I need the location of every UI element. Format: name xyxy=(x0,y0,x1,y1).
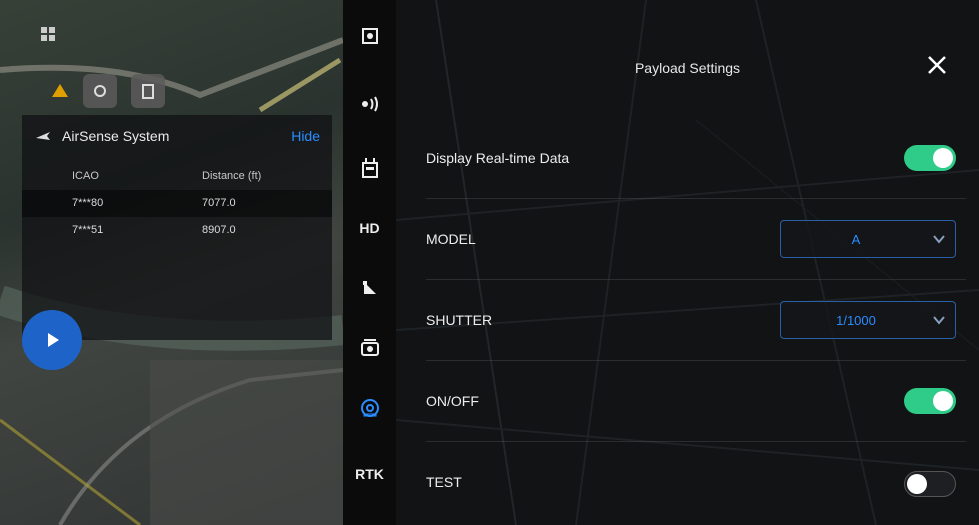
battery-icon[interactable] xyxy=(131,74,165,108)
distance-cell: 7077.0 xyxy=(202,197,236,209)
test-toggle[interactable] xyxy=(904,471,956,497)
setting-label: SHUTTER xyxy=(426,311,493,328)
shutter-select-value: 1/1000 xyxy=(836,313,876,328)
setting-label: Display Real-time Data xyxy=(426,149,570,166)
column-header-icao: ICAO xyxy=(72,170,99,182)
setting-row-display-realtime: Display Real-time Data xyxy=(426,117,966,199)
model-select[interactable]: A xyxy=(780,220,956,258)
setting-label: ON/OFF xyxy=(426,392,479,409)
gimbal-icon[interactable] xyxy=(343,270,396,306)
rtk-tab[interactable]: RTK xyxy=(343,456,396,492)
setting-row-onoff: ON/OFF xyxy=(426,360,966,442)
airplane-icon xyxy=(36,132,50,140)
onoff-toggle[interactable] xyxy=(904,388,956,414)
display-realtime-toggle[interactable] xyxy=(904,145,956,171)
setting-row-test: TEST xyxy=(426,441,966,522)
airsense-title: AirSense System xyxy=(62,128,170,144)
airsense-table: ICAO Distance (ft) 7***80 7077.0 7***51 … xyxy=(22,163,332,244)
settings-icon[interactable] xyxy=(83,74,117,108)
payload-settings-panel: Payload Settings Display Real-time Data … xyxy=(396,0,979,525)
table-header-row: ICAO Distance (ft) xyxy=(22,163,332,190)
warning-icon xyxy=(52,84,68,97)
distance-cell: 8907.0 xyxy=(202,224,236,236)
setting-label: MODEL xyxy=(426,230,476,247)
camera-icon[interactable] xyxy=(343,330,396,366)
airsense-hide-button[interactable]: Hide xyxy=(291,128,320,144)
setting-row-shutter: SHUTTER 1/1000 xyxy=(426,279,966,361)
warning-banner xyxy=(120,22,330,38)
signal-icon[interactable] xyxy=(343,86,396,122)
icao-cell: 7***51 xyxy=(72,224,104,236)
setting-row-model: MODEL A xyxy=(426,198,966,280)
table-row: 7***80 7077.0 xyxy=(22,190,332,217)
table-row: 7***51 8907.0 xyxy=(22,217,332,244)
remote-controller-icon[interactable] xyxy=(343,150,396,186)
map-view[interactable]: AirSense System Hide ICAO Distance (ft) … xyxy=(0,0,343,525)
airsense-header: AirSense System Hide xyxy=(22,115,332,155)
chevron-down-icon xyxy=(933,235,945,244)
setting-label: TEST xyxy=(426,473,462,490)
play-button[interactable] xyxy=(22,310,82,370)
aircraft-status-icon[interactable] xyxy=(343,18,396,54)
chevron-down-icon xyxy=(933,316,945,325)
grid-icon[interactable] xyxy=(36,22,60,46)
icao-cell: 7***80 xyxy=(72,197,104,209)
panel-title: Payload Settings xyxy=(634,60,741,76)
column-header-distance: Distance (ft) xyxy=(202,170,262,182)
play-icon xyxy=(48,333,59,347)
payload-icon[interactable] xyxy=(343,390,396,426)
hd-transmission-tab[interactable]: HD xyxy=(343,210,396,246)
airsense-panel: AirSense System Hide ICAO Distance (ft) … xyxy=(22,115,332,340)
close-button[interactable] xyxy=(925,53,949,77)
settings-toolbar: HD RTK xyxy=(343,0,396,525)
model-select-value: A xyxy=(851,232,861,247)
close-icon xyxy=(928,56,946,74)
shutter-select[interactable]: 1/1000 xyxy=(780,301,956,339)
